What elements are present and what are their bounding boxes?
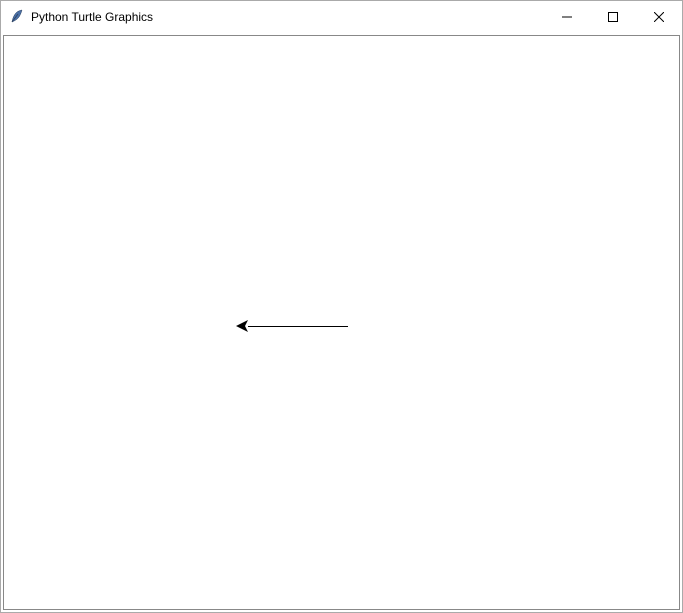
- titlebar-left: Python Turtle Graphics: [1, 9, 544, 25]
- titlebar: Python Turtle Graphics: [1, 1, 682, 33]
- minimize-button[interactable]: [544, 1, 590, 33]
- close-icon: [654, 12, 664, 22]
- close-button[interactable]: [636, 1, 682, 33]
- maximize-button[interactable]: [590, 1, 636, 33]
- turtle-cursor-icon: [236, 320, 250, 335]
- feather-icon: [9, 9, 25, 25]
- minimize-icon: [562, 12, 572, 22]
- app-window: Python Turtle Graphics: [0, 0, 683, 613]
- drawn-line: [248, 326, 348, 327]
- window-controls: [544, 1, 682, 33]
- window-title: Python Turtle Graphics: [31, 10, 153, 24]
- turtle-canvas: [3, 35, 680, 610]
- maximize-icon: [608, 12, 618, 22]
